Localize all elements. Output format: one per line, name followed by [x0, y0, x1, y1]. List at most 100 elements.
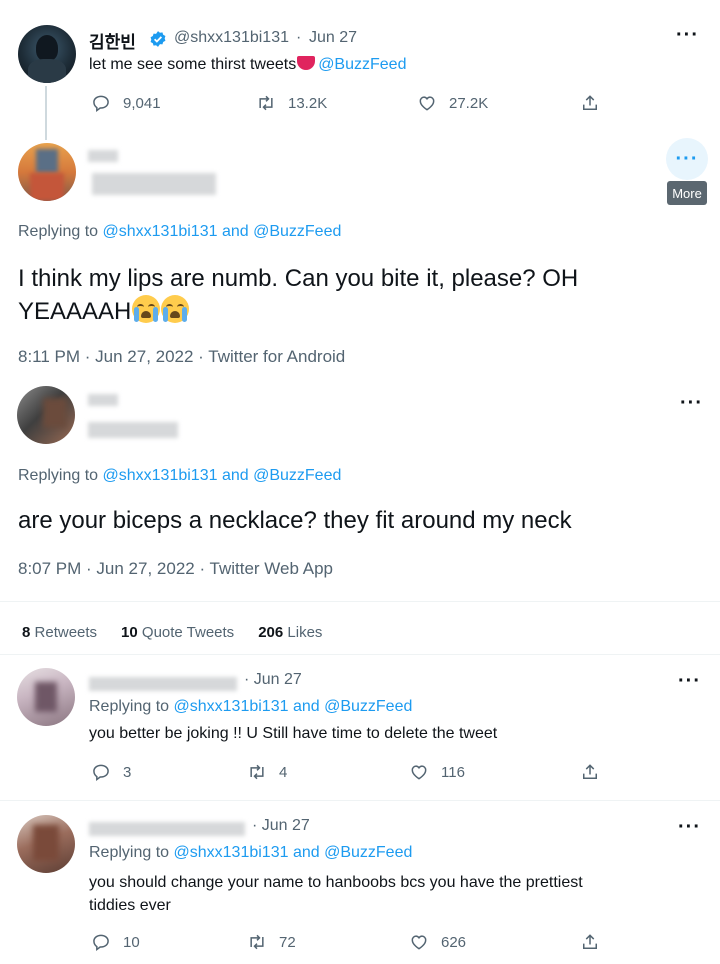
share-action[interactable]	[580, 932, 600, 952]
tweet-text-line2: YEAAAAH	[18, 298, 132, 325]
share-action[interactable]	[580, 762, 600, 782]
more-icon[interactable]: ···	[680, 393, 703, 413]
replying-prefix: Replying to	[89, 844, 170, 861]
mention-buzzfeed[interactable]: @BuzzFeed	[253, 223, 341, 240]
crying-emoji	[132, 295, 161, 323]
display-name[interactable]: 김한빈	[89, 28, 136, 53]
more-icon[interactable]: ···	[678, 817, 701, 837]
retweet-count: 13.2K	[288, 94, 328, 112]
replying-to: Replying to @shxx131bi131 and @BuzzFeed	[89, 698, 412, 716]
tongue-emoji	[297, 56, 316, 70]
replying-to: Replying to @shxx131bi131 and @BuzzFeed	[18, 223, 341, 241]
avatar[interactable]	[17, 815, 75, 873]
more-icon[interactable]: ···	[676, 25, 699, 45]
reply-icon	[93, 934, 109, 951]
mention-shxx[interactable]: @shxx131bi131	[174, 844, 289, 861]
reply-date[interactable]: · Jun 27	[252, 817, 310, 835]
tweet-date[interactable]: Jun 27	[309, 29, 357, 47]
avatar[interactable]	[18, 143, 76, 201]
avatar[interactable]	[17, 386, 75, 444]
more-button[interactable]: ···	[666, 138, 708, 180]
reply-count: 3	[123, 763, 132, 781]
blurred-display-name	[89, 677, 237, 691]
reply-date[interactable]: · Jun 27	[244, 671, 302, 689]
more-tooltip-label: More	[672, 185, 702, 201]
retweet-action[interactable]: 72	[247, 932, 296, 952]
retweet-action[interactable]: 4	[247, 762, 287, 782]
more-tooltip: More	[667, 181, 707, 205]
quotes-label: Quote Tweets	[141, 624, 235, 641]
divider	[0, 654, 720, 655]
separator-dot: ·	[296, 29, 302, 46]
replying-to: Replying to @shxx131bi131 and @BuzzFeed	[18, 467, 341, 485]
like-action[interactable]: 626	[409, 932, 466, 952]
like-icon	[411, 935, 427, 950]
like-count: 27.2K	[449, 94, 489, 112]
reply-text: you better be joking !! U Still have tim…	[89, 725, 498, 742]
handle[interactable]: @shxx131bi131	[174, 29, 289, 47]
replying-prefix: Replying to	[18, 223, 99, 240]
tweet-timestamp[interactable]: 8:11 PM · Jun 27, 2022 · Twitter for And…	[18, 347, 345, 367]
reply-action[interactable]: 9,041	[91, 93, 161, 113]
retweets-stat[interactable]: 8 Retweets	[22, 624, 97, 641]
quotes-stat[interactable]: 10 Quote Tweets	[121, 624, 234, 641]
reply-date-text: Jun 27	[253, 671, 302, 688]
like-count: 626	[441, 933, 467, 951]
divider	[0, 800, 720, 801]
crying-emoji	[161, 295, 190, 323]
reply-count: 10	[123, 933, 140, 951]
reply-text: you should change your name to hanboobs …	[89, 871, 583, 917]
likes-stat[interactable]: 206 Likes	[258, 624, 322, 641]
avatar[interactable]	[17, 668, 75, 726]
blurred-handle	[88, 422, 178, 438]
reply-text-line1: you should change your name to hanboobs …	[89, 874, 583, 891]
likes-count: 206	[258, 624, 284, 641]
verified-icon	[149, 30, 167, 48]
mention-buzzfeed[interactable]: @BuzzFeed	[318, 56, 406, 73]
mention-shxx[interactable]: @shxx131bi131	[103, 223, 218, 240]
reply-date-text: Jun 27	[261, 817, 310, 834]
tweet-text-line1: I think my lips are numb. Can you bite i…	[18, 265, 579, 292]
thread-line	[45, 86, 47, 140]
share-icon	[583, 764, 597, 779]
reply-icon	[93, 95, 109, 112]
share-action[interactable]	[580, 93, 600, 113]
replying-and: and	[292, 698, 320, 715]
engagement-stats: 8 Retweets 10 Quote Tweets 206 Likes	[22, 624, 322, 641]
mention-buzzfeed[interactable]: @BuzzFeed	[253, 467, 341, 484]
replying-and: and	[221, 223, 249, 240]
more-icon: ···	[675, 148, 699, 170]
retweet-icon	[259, 95, 273, 111]
retweet-count: 72	[279, 933, 296, 951]
share-icon	[583, 934, 597, 949]
tweet-text: are your biceps a necklace? they fit aro…	[18, 507, 572, 534]
like-count: 116	[441, 763, 465, 781]
retweets-count: 8	[22, 624, 31, 641]
more-icon[interactable]: ···	[678, 671, 701, 691]
tweet-timestamp[interactable]: 8:07 PM · Jun 27, 2022 · Twitter Web App	[18, 559, 333, 579]
mention-buzzfeed[interactable]: @BuzzFeed	[324, 698, 412, 715]
reply-text-line2: tiddies ever	[89, 897, 171, 914]
retweet-icon	[250, 934, 264, 950]
retweet-action[interactable]: 13.2K	[256, 93, 327, 113]
mention-buzzfeed[interactable]: @BuzzFeed	[324, 844, 412, 861]
reply-icon	[93, 764, 109, 781]
tweet-text: let me see some thirst tweets @BuzzFeed	[89, 56, 406, 74]
like-action[interactable]: 27.2K	[417, 93, 488, 113]
reply-count: 9,041	[123, 94, 161, 112]
replying-and: and	[292, 844, 320, 861]
mention-shxx[interactable]: @shxx131bi131	[174, 698, 289, 715]
replying-and: and	[221, 467, 249, 484]
retweet-icon	[250, 764, 264, 780]
avatar[interactable]	[18, 25, 76, 83]
retweets-label: Retweets	[34, 624, 98, 641]
mention-shxx[interactable]: @shxx131bi131	[103, 467, 218, 484]
reply-action[interactable]: 10	[91, 932, 140, 952]
like-icon	[419, 96, 435, 111]
tweet-text-body: let me see some thirst tweets	[89, 56, 297, 73]
like-action[interactable]: 116	[409, 762, 465, 782]
reply-action[interactable]: 3	[91, 762, 131, 782]
blurred-display-name	[89, 822, 245, 836]
replying-prefix: Replying to	[89, 698, 170, 715]
likes-label: Likes	[287, 624, 323, 641]
